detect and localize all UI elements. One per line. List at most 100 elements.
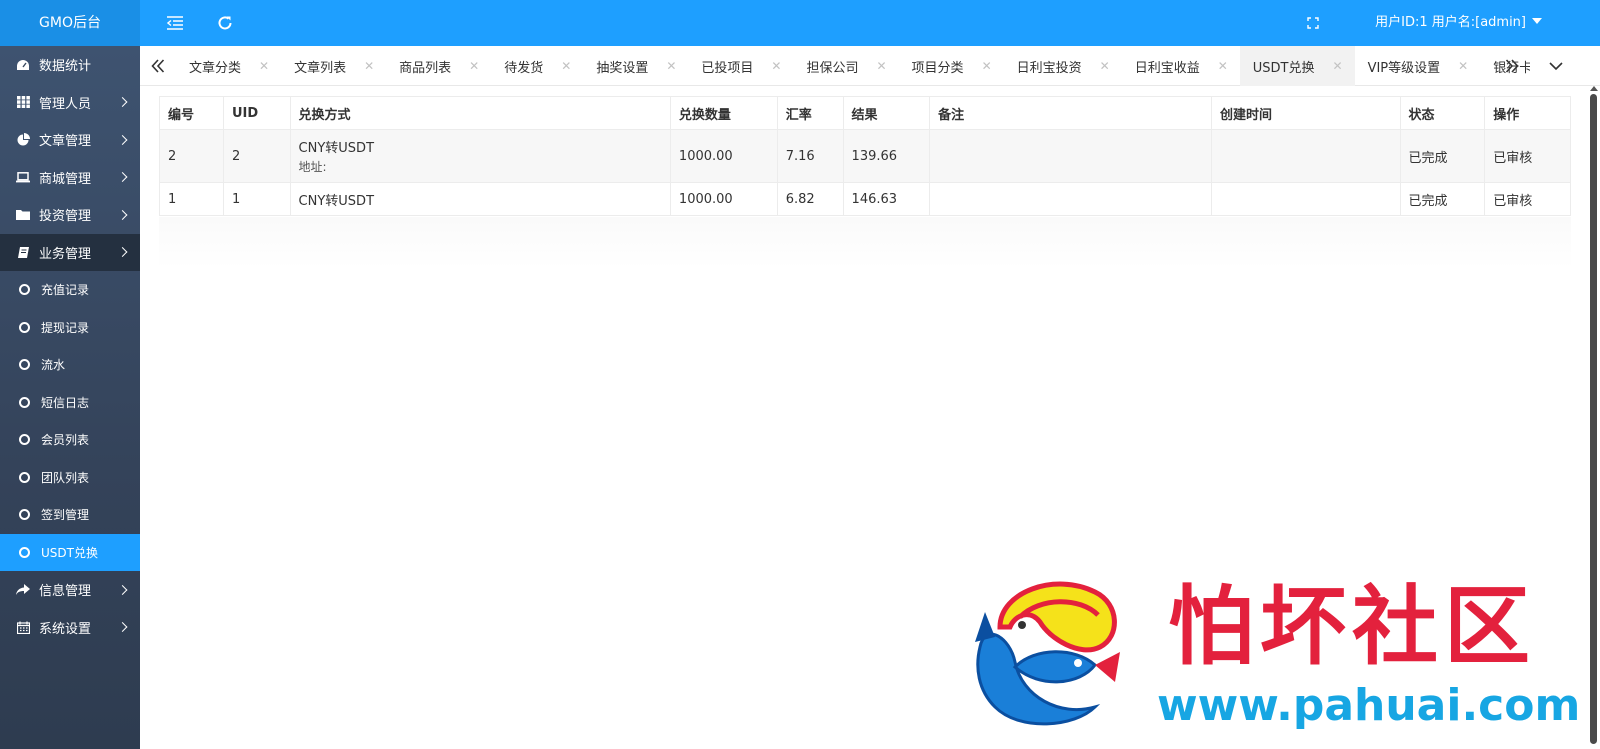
sidebar-item-label: 文章管理	[39, 134, 92, 150]
cell-rate: 6.82	[776, 182, 844, 216]
circle-icon	[19, 546, 30, 558]
tab-label: VIP等级设置	[1367, 60, 1441, 76]
tab-item[interactable]: 项目分类 ✕	[899, 46, 1004, 86]
tab-label: 待发货	[504, 60, 544, 76]
column-header-amount[interactable]: 兑换数量	[669, 96, 778, 130]
column-header-rate[interactable]: 汇率	[776, 96, 844, 130]
tab-item[interactable]: 担保公司 ✕	[793, 46, 898, 86]
usdt-exchange-table: 编号 UID 兑换方式 兑换数量 汇率 结果 备注 创建时间 状态 操作 2 2…	[159, 96, 1571, 216]
tab-label: 文章分类	[189, 60, 242, 76]
cell-result: 146.63	[842, 182, 931, 216]
sidebar-item-messages[interactable]: 信息管理	[0, 571, 140, 609]
circle-icon	[19, 321, 30, 333]
chevron-down-icon[interactable]	[1536, 46, 1576, 86]
tab-item[interactable]: 已投项目 ✕	[688, 46, 793, 86]
sidebar-item-settings[interactable]: 系统设置	[0, 609, 140, 647]
close-icon[interactable]: ✕	[876, 59, 886, 73]
sidebar-subitem-members[interactable]: 会员列表	[0, 421, 140, 459]
menu-toggle-icon[interactable]	[155, 0, 195, 46]
watermark-url: www.pahuai.com	[1157, 680, 1581, 731]
sidebar-item-articles[interactable]: 文章管理	[0, 121, 140, 159]
sidebar-item-data-stats[interactable]: 数据统计	[0, 46, 140, 84]
cell-action[interactable]: 已审核	[1484, 182, 1571, 216]
table-row[interactable]: 2 2 CNY转USDT 地址: 1000.00 7.16 139.66 已完成…	[159, 129, 1571, 183]
column-header-action[interactable]: 操作	[1484, 96, 1571, 130]
chevron-right-icon	[117, 622, 128, 633]
chevron-right-icon	[117, 134, 128, 145]
column-header-method[interactable]: 兑换方式	[289, 96, 671, 130]
close-icon[interactable]: ✕	[1458, 59, 1468, 73]
sidebar-item-mall[interactable]: 商城管理	[0, 159, 140, 197]
tab-label: 文章列表	[294, 60, 347, 76]
pie-chart-icon	[16, 133, 30, 147]
tab-item[interactable]: 抽奖设置 ✕	[583, 46, 688, 86]
sidebar-item-investment[interactable]: 投资管理	[0, 196, 140, 234]
calendar-icon	[16, 620, 30, 634]
close-icon[interactable]: ✕	[982, 59, 992, 73]
sidebar-item-label: 商城管理	[39, 171, 92, 187]
tab-item[interactable]: 文章分类 ✕	[176, 46, 281, 86]
sidebar-subitem-sms-log[interactable]: 短信日志	[0, 384, 140, 422]
refresh-icon[interactable]	[205, 0, 245, 46]
tab-label: 商品列表	[399, 60, 452, 76]
tab-item[interactable]: USDT兑换 ✕	[1239, 46, 1355, 86]
close-icon[interactable]: ✕	[1100, 59, 1110, 73]
cell-created	[1211, 129, 1401, 183]
user-menu[interactable]: 用户ID:1 用户名:[admin]	[1375, 0, 1542, 46]
sidebar-subitem-label: 提现记录	[41, 320, 90, 335]
close-icon[interactable]: ✕	[561, 59, 571, 73]
tab-item[interactable]: 日利宝收益 ✕	[1122, 46, 1240, 86]
circle-icon	[19, 359, 30, 371]
sidebar-subitem-withdraw[interactable]: 提现记录	[0, 309, 140, 347]
close-icon[interactable]: ✕	[1333, 59, 1343, 73]
sidebar-item-label: 系统设置	[39, 621, 92, 637]
column-header-created[interactable]: 创建时间	[1211, 96, 1401, 130]
tab-label: 日利宝收益	[1134, 60, 1200, 76]
column-header-result[interactable]: 结果	[842, 96, 931, 130]
tab-label: 担保公司	[806, 60, 859, 76]
double-chevron-left-icon[interactable]	[140, 46, 176, 86]
method-text: CNY转USDT	[298, 141, 375, 156]
close-icon[interactable]: ✕	[1218, 59, 1228, 73]
sidebar-subitem-usdt[interactable]: USDT兑换	[0, 533, 140, 571]
circle-icon	[19, 396, 30, 408]
circle-icon	[19, 509, 30, 521]
cell-status: 已完成	[1399, 182, 1486, 216]
tab-item[interactable]: 文章列表 ✕	[281, 46, 386, 86]
close-icon[interactable]: ✕	[259, 59, 269, 73]
tab-item[interactable]: 日利宝投资 ✕	[1004, 46, 1122, 86]
fullscreen-icon[interactable]	[1293, 0, 1333, 46]
close-icon[interactable]: ✕	[666, 59, 676, 73]
sidebar-subitem-label: 充值记录	[41, 283, 90, 298]
user-info: 用户ID:1 用户名:[admin]	[1375, 15, 1526, 30]
close-icon[interactable]: ✕	[771, 59, 781, 73]
cell-result: 139.66	[842, 129, 931, 183]
cell-action[interactable]: 已审核	[1484, 129, 1571, 183]
sidebar-item-business[interactable]: 业务管理	[0, 233, 140, 271]
dashboard-icon	[16, 58, 30, 72]
brand-logo[interactable]: GMO后台	[0, 0, 140, 46]
sidebar-subitem-recharge[interactable]: 充值记录	[0, 271, 140, 309]
cell-status: 已完成	[1399, 129, 1486, 183]
sidebar-item-admins[interactable]: 管理人员	[0, 84, 140, 122]
tab-item[interactable]: 待发货 ✕	[491, 46, 583, 86]
tab-item[interactable]: 商品列表 ✕	[386, 46, 491, 86]
double-chevron-right-icon[interactable]	[1494, 46, 1530, 86]
column-header-note[interactable]: 备注	[929, 96, 1213, 130]
sidebar-item-label: 数据统计	[39, 59, 92, 75]
column-header-status[interactable]: 状态	[1399, 96, 1486, 130]
fish-logo-icon	[975, 581, 1120, 726]
column-header-id[interactable]: 编号	[159, 96, 224, 130]
circle-icon	[19, 434, 30, 446]
table-row[interactable]: 1 1 CNY转USDT 1000.00 6.82 146.63 已完成 已审核	[159, 182, 1571, 216]
column-header-uid[interactable]: UID	[222, 96, 291, 130]
sidebar-subitem-teams[interactable]: 团队列表	[0, 459, 140, 497]
scroll-up-arrow-icon[interactable]	[1590, 86, 1598, 91]
sidebar-item-label: 投资管理	[39, 209, 92, 225]
sidebar-subitem-checkin[interactable]: 签到管理	[0, 496, 140, 534]
close-icon[interactable]: ✕	[364, 59, 374, 73]
scrollbar-thumb[interactable]	[1590, 94, 1597, 744]
sidebar-subitem-flow[interactable]: 流水	[0, 346, 140, 384]
close-icon[interactable]: ✕	[469, 59, 479, 73]
tab-item[interactable]: VIP等级设置 ✕	[1355, 46, 1481, 86]
